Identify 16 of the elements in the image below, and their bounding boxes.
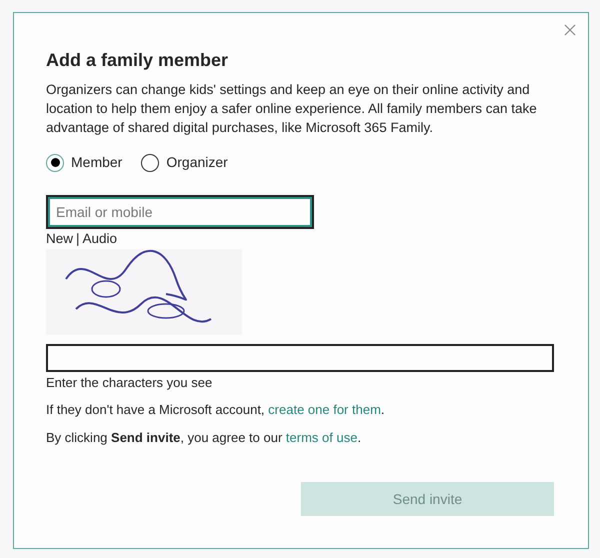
- audio-captcha-link[interactable]: Audio: [82, 230, 118, 247]
- captcha-hint: Enter the characters you see: [46, 374, 214, 392]
- new-captcha-link[interactable]: New: [46, 230, 74, 247]
- description: Organizers can change kids' settings and keep an eye on their online activity and location to help them enjoy a safer online experience. All family members can take advantage of shared digital purchases, like Microsoft 365 Family.: [46, 81, 538, 137]
- close-icon: [564, 24, 576, 36]
- role-radio[interactable]: Member: [46, 152, 122, 173]
- role-radio[interactable]: Organizer: [141, 152, 228, 173]
- dialog-title: Add a family member: [46, 49, 230, 71]
- captcha-field[interactable]: [46, 344, 554, 372]
- account-note: If they don't have a Microsoft account, create one for them.: [46, 401, 386, 419]
- separator: |: [76, 230, 80, 247]
- terms-note: By clicking Send invite, you agree to our terms of use.: [46, 429, 362, 447]
- close-button[interactable]: [562, 22, 578, 38]
- create-account-link[interactable]: create one for them: [268, 402, 381, 417]
- email-field[interactable]: Email or mobile: [46, 195, 314, 229]
- terms-link[interactable]: terms of use: [286, 430, 358, 445]
